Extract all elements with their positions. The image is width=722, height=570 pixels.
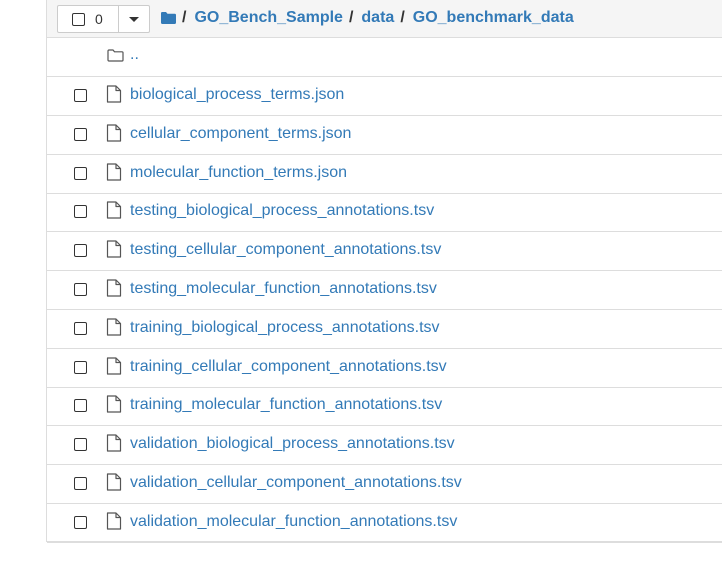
file-checkbox[interactable] [74,244,87,258]
file-row[interactable]: validation_biological_process_annotation… [47,426,722,466]
file-icon [106,395,122,413]
file-row[interactable]: validation_molecular_function_annotation… [47,504,722,543]
file-checkbox[interactable] [74,438,87,452]
file-icon [106,162,122,181]
file-row[interactable]: testing_biological_process_annotations.t… [47,193,722,233]
file-row[interactable]: testing_molecular_function_annotations.t… [47,271,722,310]
file-name-link[interactable]: validation_cellular_component_annotation… [130,474,462,492]
file-icon [106,473,122,491]
select-all-group: 0 [57,5,150,33]
file-icon [106,512,122,530]
select-menu-dropdown-button[interactable] [119,6,149,32]
file-row[interactable]: training_molecular_function_annotations.… [47,387,722,427]
file-icon [106,318,122,336]
file-name-link[interactable]: cellular_component_terms.json [130,125,351,143]
breadcrumb-item-data[interactable]: data [361,9,394,27]
parent-directory-row[interactable]: .. [47,38,722,77]
file-name-link[interactable]: biological_process_terms.json [130,86,344,104]
file-row[interactable]: training_cellular_component_annotations.… [47,349,722,388]
caret-down-icon [129,16,139,22]
file-browser-panel: 0 / GO_Bench_Sample / data / GO_benchmar… [46,0,722,543]
file-row[interactable]: training_biological_process_annotations.… [47,310,722,349]
select-all-button[interactable]: 0 [58,6,119,32]
breadcrumb: / GO_Bench_Sample / data / GO_benchmark_… [161,0,580,36]
breadcrumb-separator: / [348,9,354,26]
folder-outline-icon [107,49,124,62]
file-name-link[interactable]: validation_biological_process_annotation… [130,435,455,453]
file-icon [106,201,122,219]
file-checkbox[interactable] [74,360,87,374]
file-name-link[interactable]: training_biological_process_annotations.… [130,319,440,337]
file-row[interactable]: validation_cellular_component_annotation… [47,465,722,504]
file-name-link[interactable]: testing_cellular_component_annotations.t… [130,241,441,259]
file-row[interactable]: cellular_component_terms.json [47,116,722,155]
breadcrumb-item-go-benchmark-data[interactable]: GO_benchmark_data [413,9,574,27]
file-checkbox[interactable] [74,399,87,413]
file-checkbox[interactable] [74,89,87,102]
file-icon [106,124,122,142]
file-checkbox[interactable] [74,127,87,141]
file-checkbox[interactable] [74,283,87,296]
file-icon [106,356,122,375]
file-name-link[interactable]: molecular_function_terms.json [130,164,347,182]
file-icon [106,85,122,103]
file-name-link[interactable]: testing_molecular_function_annotations.t… [130,280,437,298]
file-checkbox[interactable] [74,515,87,529]
folder-icon[interactable] [161,12,176,24]
selected-count: 0 [95,11,103,27]
file-checkbox[interactable] [74,321,87,335]
file-icon [106,240,122,258]
file-checkbox[interactable] [74,166,87,180]
file-checkbox[interactable] [74,477,87,490]
select-all-checkbox[interactable] [72,12,85,26]
file-icon [106,279,122,297]
file-icon [106,434,122,452]
breadcrumb-item-go-bench-sample[interactable]: GO_Bench_Sample [194,9,343,27]
file-row[interactable]: biological_process_terms.json [47,77,722,116]
breadcrumb-separator: / [182,9,187,26]
file-name-link[interactable]: testing_biological_process_annotations.t… [130,202,434,220]
file-row[interactable]: testing_cellular_component_annotations.t… [47,232,722,272]
file-name-link[interactable]: training_cellular_component_annotations.… [130,358,447,376]
file-checkbox[interactable] [74,205,87,219]
file-row[interactable]: molecular_function_terms.json [47,155,722,194]
file-name-link[interactable]: validation_molecular_function_annotation… [130,513,457,531]
file-name-link[interactable]: training_molecular_function_annotations.… [130,396,442,414]
breadcrumb-separator: / [400,9,405,26]
file-list-header: 0 / GO_Bench_Sample / data / GO_benchmar… [47,0,722,38]
parent-directory-link[interactable]: .. [130,46,139,64]
